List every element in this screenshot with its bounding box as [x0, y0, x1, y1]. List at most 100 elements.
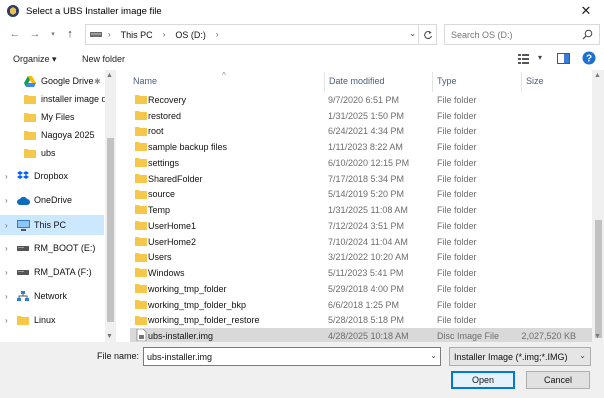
search-icon: [582, 29, 593, 40]
column-date-modified[interactable]: Date modified: [329, 76, 385, 86]
sidebar-scroll-thumb[interactable]: [107, 138, 114, 322]
column-name[interactable]: Name: [133, 76, 157, 86]
file-name: Windows: [148, 268, 185, 279]
forward-arrow-icon[interactable]: →: [26, 24, 44, 44]
file-list-scrollbar[interactable]: ▲ ▼: [592, 70, 604, 342]
table-row[interactable]: ubs-installer.img 4/28/2025 10:18 AM Disc …: [130, 328, 592, 342]
address-bar[interactable]: › This PC › OS (D:) › ⌄: [85, 24, 419, 45]
table-row[interactable]: source 5/14/2019 5:20 PM File folder: [130, 187, 592, 203]
table-row[interactable]: Recovery 9/7/2020 6:51 PM File folder: [130, 92, 592, 108]
folder-icon: [135, 126, 147, 136]
breadcrumb-this-pc[interactable]: This PC: [121, 30, 153, 40]
new-folder-button[interactable]: New folder: [82, 54, 125, 64]
address-dropdown-icon[interactable]: ⌄: [409, 29, 416, 38]
organize-button[interactable]: Organize ▾: [13, 54, 57, 65]
sidebar-item-dropbox[interactable]: › Dropbox: [0, 167, 104, 185]
table-row[interactable]: restored 1/31/2025 1:50 PM File folder: [130, 108, 592, 124]
folder-icon: [135, 158, 147, 167]
chevron-down-icon[interactable]: ⌄: [430, 351, 437, 360]
file-type: File folder: [437, 252, 477, 263]
table-row[interactable]: working_tmp_folder_bkp 6/6/2018 1:25 PM Fi…: [130, 297, 592, 313]
chevron-right-icon[interactable]: ›: [5, 244, 8, 253]
sidebar-item-linux[interactable]: › Linux: [0, 311, 104, 329]
file-name: UserHome1: [148, 220, 197, 231]
scroll-up-arrow-icon[interactable]: ▲: [594, 72, 601, 79]
file-name-input[interactable]: ubs-installer.img ⌄: [143, 347, 441, 366]
file-name-value: ubs-installer.img: [147, 351, 213, 362]
table-row[interactable]: SharedFolder 7/17/2018 5:34 PM File folder: [130, 171, 592, 187]
scroll-up-arrow-icon[interactable]: ▲: [106, 72, 113, 79]
network-icon: [17, 290, 29, 301]
chevron-right-icon[interactable]: ›: [5, 292, 8, 301]
chevron-right-icon[interactable]: ›: [5, 316, 8, 325]
file-date: 5/29/2018 4:00 PM: [328, 283, 405, 294]
recent-dropdown-icon[interactable]: ▾: [44, 24, 62, 44]
sidebar-item-ubs[interactable]: ubs: [0, 144, 104, 162]
open-button[interactable]: Open: [451, 371, 515, 389]
table-row[interactable]: settings 6/10/2020 12:15 PM File folder: [130, 155, 592, 171]
address-row: ← → ▾ ↑ › This PC › OS (D:) › ⌄ Search O…: [0, 24, 604, 46]
file-date: 5/14/2019 5:20 PM: [328, 189, 405, 200]
sidebar-item-my-files[interactable]: My Files: [0, 108, 104, 126]
sidebar-item-rm-data[interactable]: › RM_DATA (F:): [0, 263, 104, 281]
scroll-down-arrow-icon[interactable]: ▼: [106, 333, 113, 340]
folder-icon: [135, 268, 147, 278]
cancel-button[interactable]: Cancel: [526, 371, 590, 389]
file-type: File folder: [437, 142, 477, 153]
file-name: UserHome2: [148, 236, 197, 247]
sidebar-item-onedrive[interactable]: › OneDrive: [0, 191, 104, 209]
sidebar-item-installer-image[interactable]: installer image d: [0, 90, 107, 108]
chevron-right-icon[interactable]: ›: [5, 172, 8, 181]
table-row[interactable]: UserHome2 7/10/2024 11:04 AM File folder: [130, 234, 592, 250]
table-row[interactable]: sample backup files 1/11/2023 8:22 AM File…: [130, 139, 592, 155]
close-button[interactable]: ✕: [568, 0, 604, 22]
refresh-button[interactable]: [419, 24, 437, 45]
table-row[interactable]: Temp 1/31/2025 11:08 AM File folder: [130, 202, 592, 218]
file-name: settings: [148, 157, 180, 168]
chevron-down-icon[interactable]: ⌄: [579, 351, 586, 360]
sidebar-item-network[interactable]: › Network: [0, 287, 104, 305]
table-row[interactable]: UserHome1 7/12/2024 3:51 PM File folder: [130, 218, 592, 234]
file-type-select[interactable]: Installer Image (*.img;*.IMG) ⌄: [449, 347, 591, 366]
file-name: ubs-installer.img: [148, 331, 214, 342]
up-arrow-icon[interactable]: ↑: [61, 24, 79, 44]
this-pc-icon: [17, 219, 30, 231]
sidebar-scrollbar[interactable]: ▲ ▼: [105, 70, 116, 342]
chevron-right-icon[interactable]: ›: [5, 196, 8, 205]
help-icon[interactable]: ?: [582, 51, 596, 67]
sidebar-item-nagoya[interactable]: Nagoya 2025: [0, 126, 104, 144]
table-row[interactable]: working_tmp_folder 5/29/2018 4:00 PM File …: [130, 281, 592, 297]
table-row[interactable]: root 6/24/2021 4:34 PM File folder: [130, 124, 592, 140]
scroll-down-arrow-icon[interactable]: ▼: [594, 333, 601, 340]
folder-icon: [135, 252, 147, 262]
chevron-right-icon[interactable]: ›: [5, 268, 8, 277]
folder-icon: [24, 149, 36, 158]
search-input[interactable]: Search OS (D:): [444, 24, 600, 45]
folder-icon: [24, 131, 36, 140]
breadcrumb-os-d[interactable]: OS (D:): [175, 30, 206, 40]
view-dropdown-icon[interactable]: ▾: [538, 53, 542, 62]
file-list-scroll-thumb[interactable]: [595, 220, 602, 338]
sidebar-item-rm-boot[interactable]: › RM_BOOT (E:): [0, 239, 104, 257]
column-type[interactable]: Type: [437, 76, 457, 86]
file-date: 9/7/2020 6:51 PM: [328, 94, 400, 105]
folder-icon: [135, 221, 147, 230]
sidebar-item-google-drive[interactable]: Google Drive ✱: [0, 72, 104, 90]
breadcrumb-separator-icon: ›: [162, 30, 166, 39]
drive-icon: [17, 269, 29, 275]
chevron-right-icon[interactable]: ›: [5, 221, 8, 230]
table-row[interactable]: Users 3/21/2022 10:20 AM File folder: [130, 250, 592, 266]
view-options-icon[interactable]: [518, 53, 532, 66]
table-row[interactable]: Windows 5/11/2023 5:41 PM File folder: [130, 265, 592, 281]
sidebar-item-this-pc[interactable]: › This PC: [0, 215, 104, 235]
onedrive-icon: [17, 196, 30, 205]
file-type: File folder: [437, 315, 477, 326]
file-type: File folder: [437, 205, 477, 216]
folder-icon: [135, 95, 147, 104]
google-drive-icon: [24, 75, 36, 87]
table-row[interactable]: working_tmp_folder_restore 5/28/2018 5:18…: [130, 313, 592, 329]
preview-pane-icon[interactable]: [557, 53, 570, 66]
back-arrow-icon[interactable]: ←: [6, 24, 24, 44]
column-size[interactable]: Size: [526, 76, 544, 86]
app-icon: [7, 5, 19, 17]
